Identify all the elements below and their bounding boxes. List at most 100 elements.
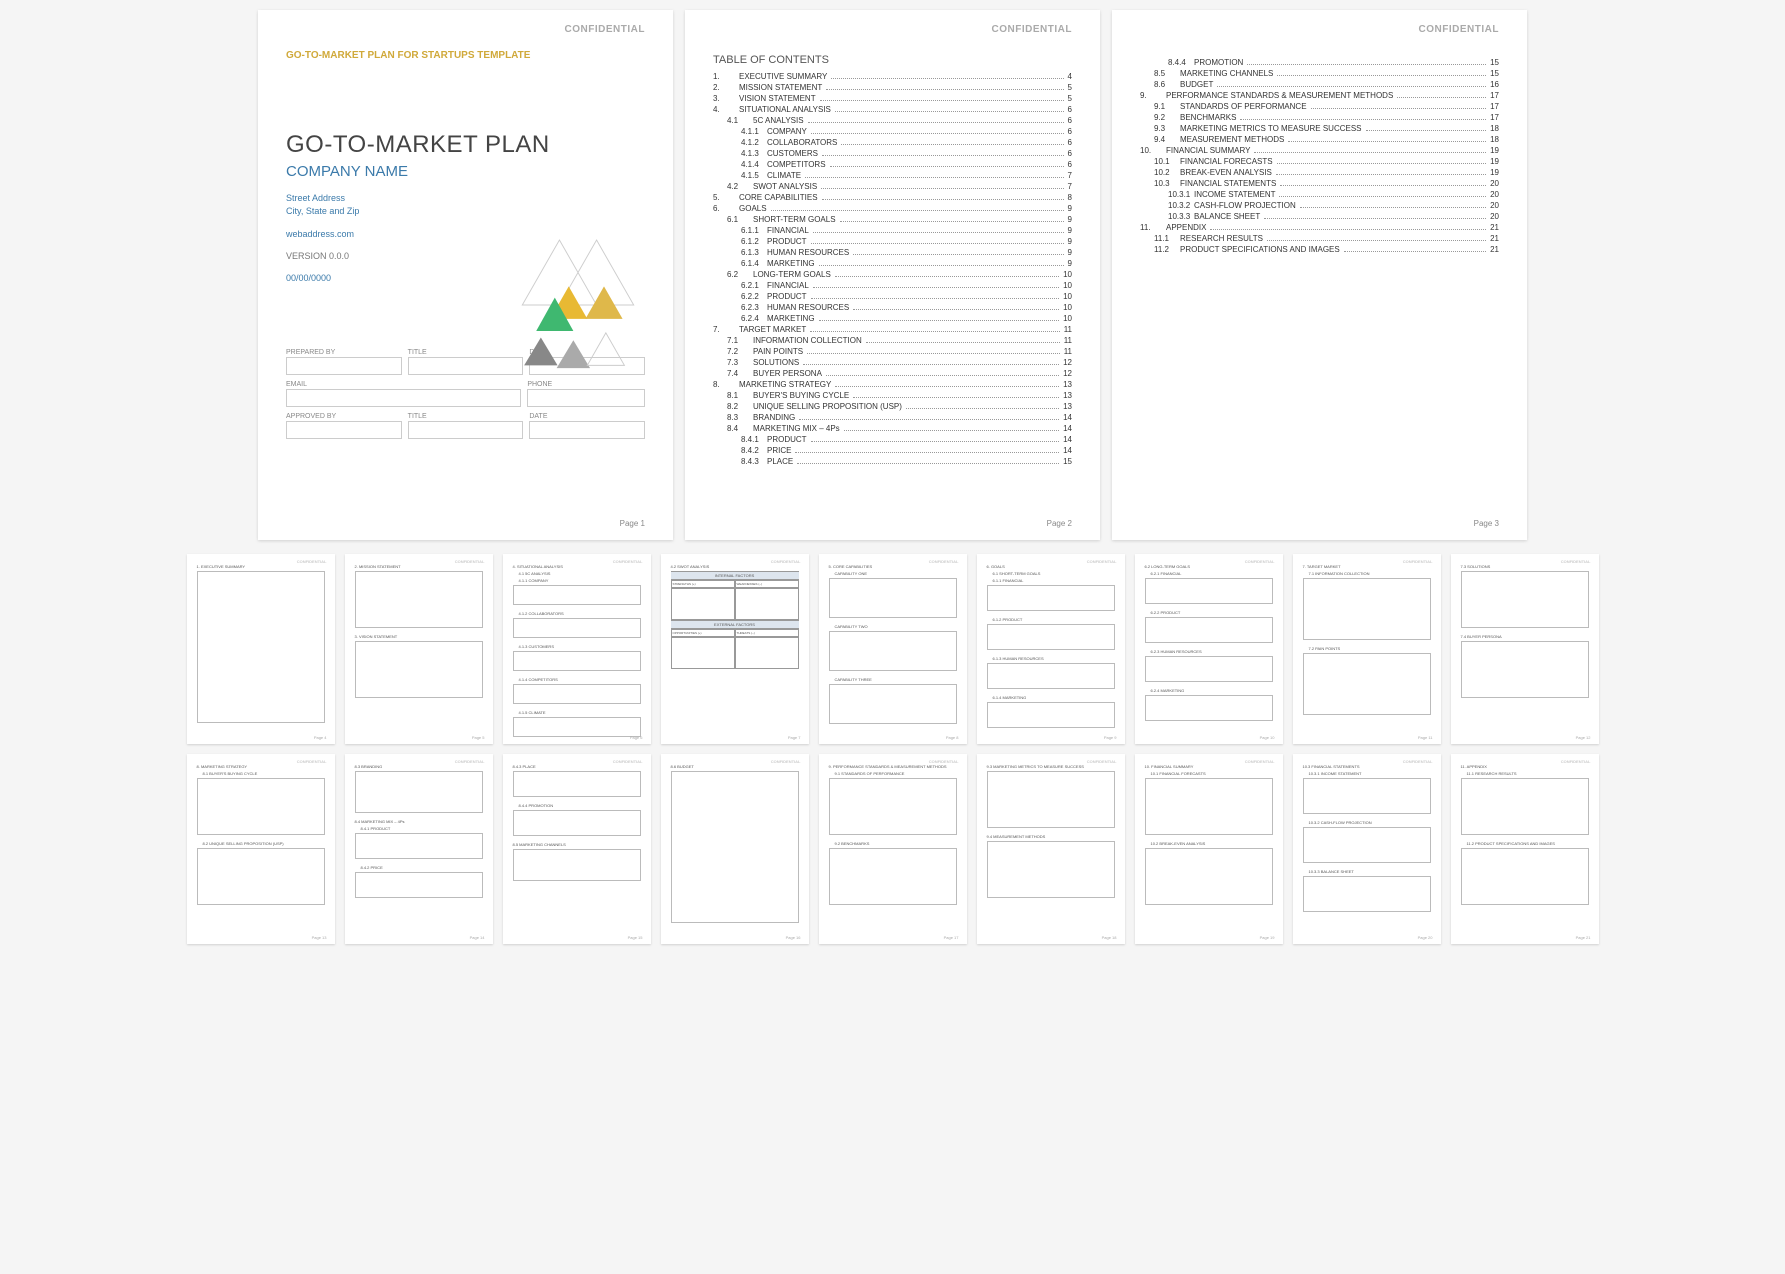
phone-input[interactable] — [527, 389, 645, 407]
toc-number: 8.6 — [1154, 80, 1180, 89]
thumb-page-number: Page 6 — [630, 735, 643, 740]
thumb-heading: 5. CORE CAPABILITIES — [829, 564, 957, 569]
toc-page: 5 — [1068, 94, 1072, 103]
content-box — [513, 618, 641, 638]
content-box — [1461, 848, 1589, 905]
confidential-label: CONFIDENTIAL — [929, 759, 959, 764]
toc-entry: 6.2.4MARKETING10 — [713, 314, 1072, 323]
thumb-heading: 10. FINANCIAL SUMMARY — [1145, 764, 1273, 769]
title-input-2[interactable] — [408, 421, 524, 439]
thumb-item-label: 8.4.4 PROMOTION — [513, 803, 641, 808]
company-name: COMPANY NAME — [286, 163, 645, 180]
thumb-page-number: Page 9 — [1104, 735, 1117, 740]
content-box — [1145, 778, 1273, 835]
content-box — [1303, 653, 1431, 715]
toc-entry: 10.1FINANCIAL FORECASTS19 — [1140, 157, 1499, 166]
swot-label: WEAKNESSES (–) — [735, 580, 799, 588]
toc-entry: 6.2.1FINANCIAL10 — [713, 281, 1072, 290]
date-input-2[interactable] — [529, 421, 645, 439]
toc-dots — [813, 281, 1059, 288]
thumb-item-label: 6.1.1 FINANCIAL — [987, 578, 1115, 583]
toc-number: 4. — [713, 105, 739, 114]
toc-dots — [811, 127, 1064, 134]
toc-label: MARKETING — [767, 314, 815, 323]
toc-number: 11. — [1140, 223, 1166, 232]
toc-page: 15 — [1490, 58, 1499, 67]
toc-entry: 10.3.1INCOME STATEMENT20 — [1140, 190, 1499, 199]
thumb-page-number: Page 18 — [1102, 935, 1117, 940]
toc-page: 13 — [1063, 380, 1072, 389]
thumb-heading: 1. EXECUTIVE SUMMARY — [197, 564, 325, 569]
toc-dots — [844, 424, 1059, 431]
prepared-by-label: PREPARED BY — [286, 349, 402, 356]
confidential-label: CONFIDENTIAL — [1245, 759, 1275, 764]
toc-dots — [830, 160, 1064, 167]
approved-by-label: APPROVED BY — [286, 413, 402, 420]
toc-page: 17 — [1490, 102, 1499, 111]
toc-dots — [799, 413, 1059, 420]
toc-page: 15 — [1490, 69, 1499, 78]
toc-page: 6 — [1068, 127, 1072, 136]
toc-number: 7.2 — [727, 347, 753, 356]
thumb-item-label: 8.2 UNIQUE SELLING PROPOSITION (USP) — [197, 841, 325, 846]
thumb-page-number: Page 15 — [628, 935, 643, 940]
thumb-item-label: 6.2.1 FINANCIAL — [1145, 571, 1273, 576]
toc-number: 8.4.4 — [1168, 58, 1194, 67]
toc-entry: 2.MISSION STATEMENT5 — [713, 83, 1072, 92]
approved-by-input[interactable] — [286, 421, 402, 439]
toc-number: 8.4.2 — [741, 446, 767, 455]
content-box — [355, 771, 483, 813]
toc-number: 6.1.4 — [741, 259, 767, 268]
toc-dots — [840, 215, 1064, 222]
thumb-heading: 8.3 BRANDING — [355, 764, 483, 769]
thumb-item-label: CAPABILITY TWO — [829, 624, 957, 629]
content-box — [1461, 641, 1589, 698]
thumb-heading: 7.3 SOLUTIONS — [1461, 564, 1589, 569]
toc-page: 21 — [1490, 223, 1499, 232]
swot-cell — [735, 637, 799, 669]
toc-number: 4.1.1 — [741, 127, 767, 136]
toc-page: 14 — [1063, 435, 1072, 444]
toc-number: 10.3.2 — [1168, 201, 1194, 210]
content-box — [987, 585, 1115, 611]
content-box — [513, 651, 641, 671]
toc-label: PAIN POINTS — [753, 347, 803, 356]
confidential-label: CONFIDENTIAL — [565, 24, 645, 35]
prepared-by-input[interactable] — [286, 357, 402, 375]
toc-page: 10 — [1063, 314, 1072, 323]
page-thumbnail: CONFIDENTIAL9. PERFORMANCE STANDARDS & M… — [819, 754, 967, 944]
toc-label: FINANCIAL — [767, 226, 809, 235]
content-box — [987, 702, 1115, 728]
thumb-item-label: CAPABILITY ONE — [829, 571, 957, 576]
content-box — [987, 771, 1115, 828]
toc-label: 5C ANALYSIS — [753, 116, 804, 125]
toc-dots — [1366, 124, 1487, 131]
toc-page: 9 — [1068, 248, 1072, 257]
toc-number: 11.2 — [1154, 245, 1180, 254]
toc-page: 7 — [1068, 182, 1072, 191]
toc-dots — [826, 369, 1059, 376]
title-label-2: TITLE — [408, 413, 524, 420]
toc-dots — [803, 358, 1059, 365]
thumb-item-label: 10.2 BREAK-EVEN ANALYSIS — [1145, 841, 1273, 846]
toc-number: 10.2 — [1154, 168, 1180, 177]
toc-number: 6.2.1 — [741, 281, 767, 290]
toc-entry: 4.15C ANALYSIS6 — [713, 116, 1072, 125]
toc-page: 9 — [1068, 215, 1072, 224]
toc-list-page2: 1.EXECUTIVE SUMMARY42.MISSION STATEMENT5… — [713, 72, 1072, 466]
toc-entry: 4.2SWOT ANALYSIS7 — [713, 182, 1072, 191]
toc-entry: 7.1INFORMATION COLLECTION11 — [713, 336, 1072, 345]
toc-dots — [819, 259, 1064, 266]
confidential-label: CONFIDENTIAL — [771, 559, 801, 564]
toc-entry: 4.1.1COMPANY6 — [713, 127, 1072, 136]
thumb-heading: 9. PERFORMANCE STANDARDS & MEASUREMENT M… — [829, 764, 957, 769]
toc-page: 10 — [1063, 270, 1072, 279]
toc-dots — [1311, 102, 1487, 109]
toc-dots — [805, 171, 1063, 178]
content-box — [355, 872, 483, 898]
page-thumbnail: CONFIDENTIAL10.3 FINANCIAL STATEMENTS10.… — [1293, 754, 1441, 944]
page-2: CONFIDENTIAL TABLE OF CONTENTS 1.EXECUTI… — [685, 10, 1100, 540]
thumb-heading: 4. SITUATIONAL ANALYSIS — [513, 564, 641, 569]
email-input[interactable] — [286, 389, 521, 407]
title-input-1[interactable] — [408, 357, 524, 375]
